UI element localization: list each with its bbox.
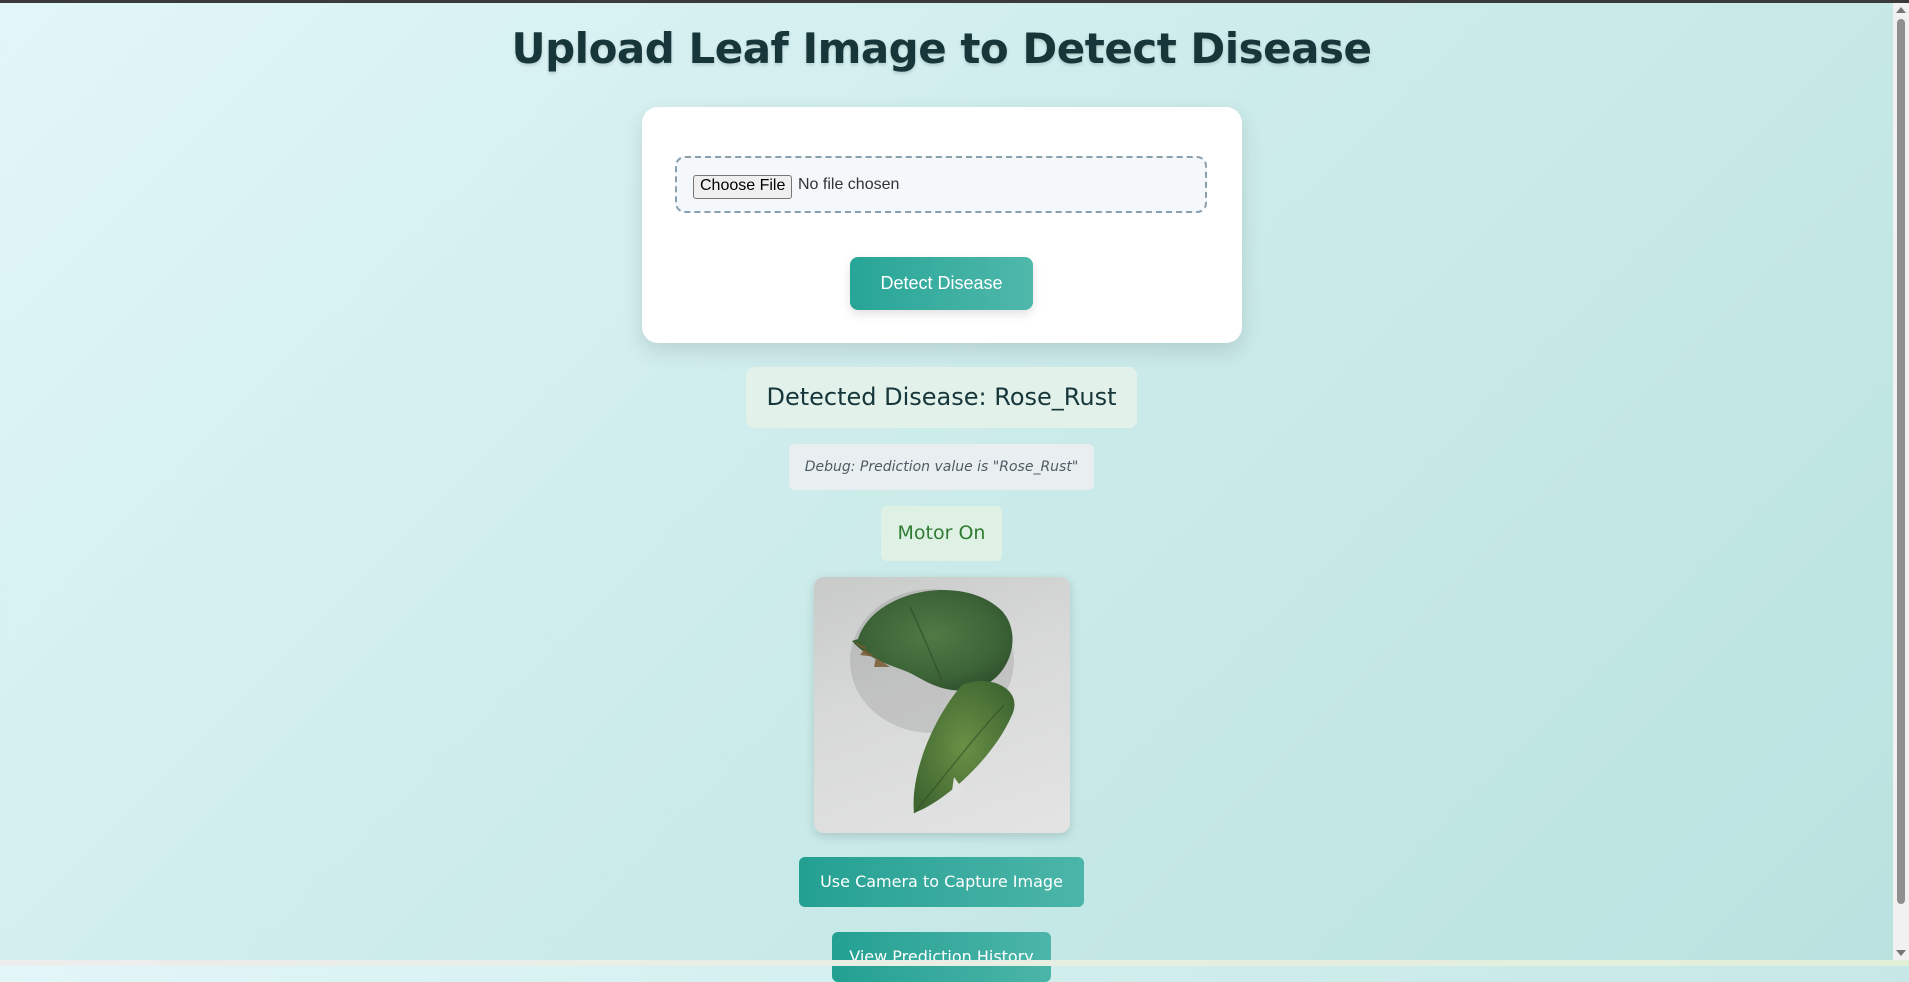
file-status-text: No file chosen [798, 176, 900, 193]
debug-prediction-text: Debug: Prediction value is "Rose_Rust" [789, 444, 1094, 490]
page-title: Upload Leaf Image to Detect Disease [511, 24, 1372, 73]
choose-file-button[interactable]: Choose File [693, 175, 793, 199]
window-bottom-edge [0, 960, 1909, 966]
scroll-down-arrow-icon[interactable] [1896, 950, 1906, 956]
page-content: Upload Leaf Image to Detect Disease Choo… [0, 0, 1883, 982]
motor-status-badge: Motor On [881, 506, 1002, 561]
vertical-scrollbar[interactable] [1893, 3, 1909, 960]
detected-disease-result: Detected Disease: Rose_Rust [746, 367, 1137, 428]
file-input-dropzone[interactable]: Choose File No file chosen [675, 156, 1207, 213]
scroll-thumb[interactable] [1897, 19, 1905, 904]
scroll-up-arrow-icon[interactable] [1896, 7, 1906, 13]
detect-disease-button[interactable]: Detect Disease [850, 257, 1033, 310]
use-camera-button[interactable]: Use Camera to Capture Image [799, 857, 1084, 907]
uploaded-leaf-image [814, 577, 1070, 833]
view-history-button[interactable]: View Prediction History [832, 932, 1051, 982]
upload-card: Choose File No file chosen Detect Diseas… [642, 107, 1242, 343]
